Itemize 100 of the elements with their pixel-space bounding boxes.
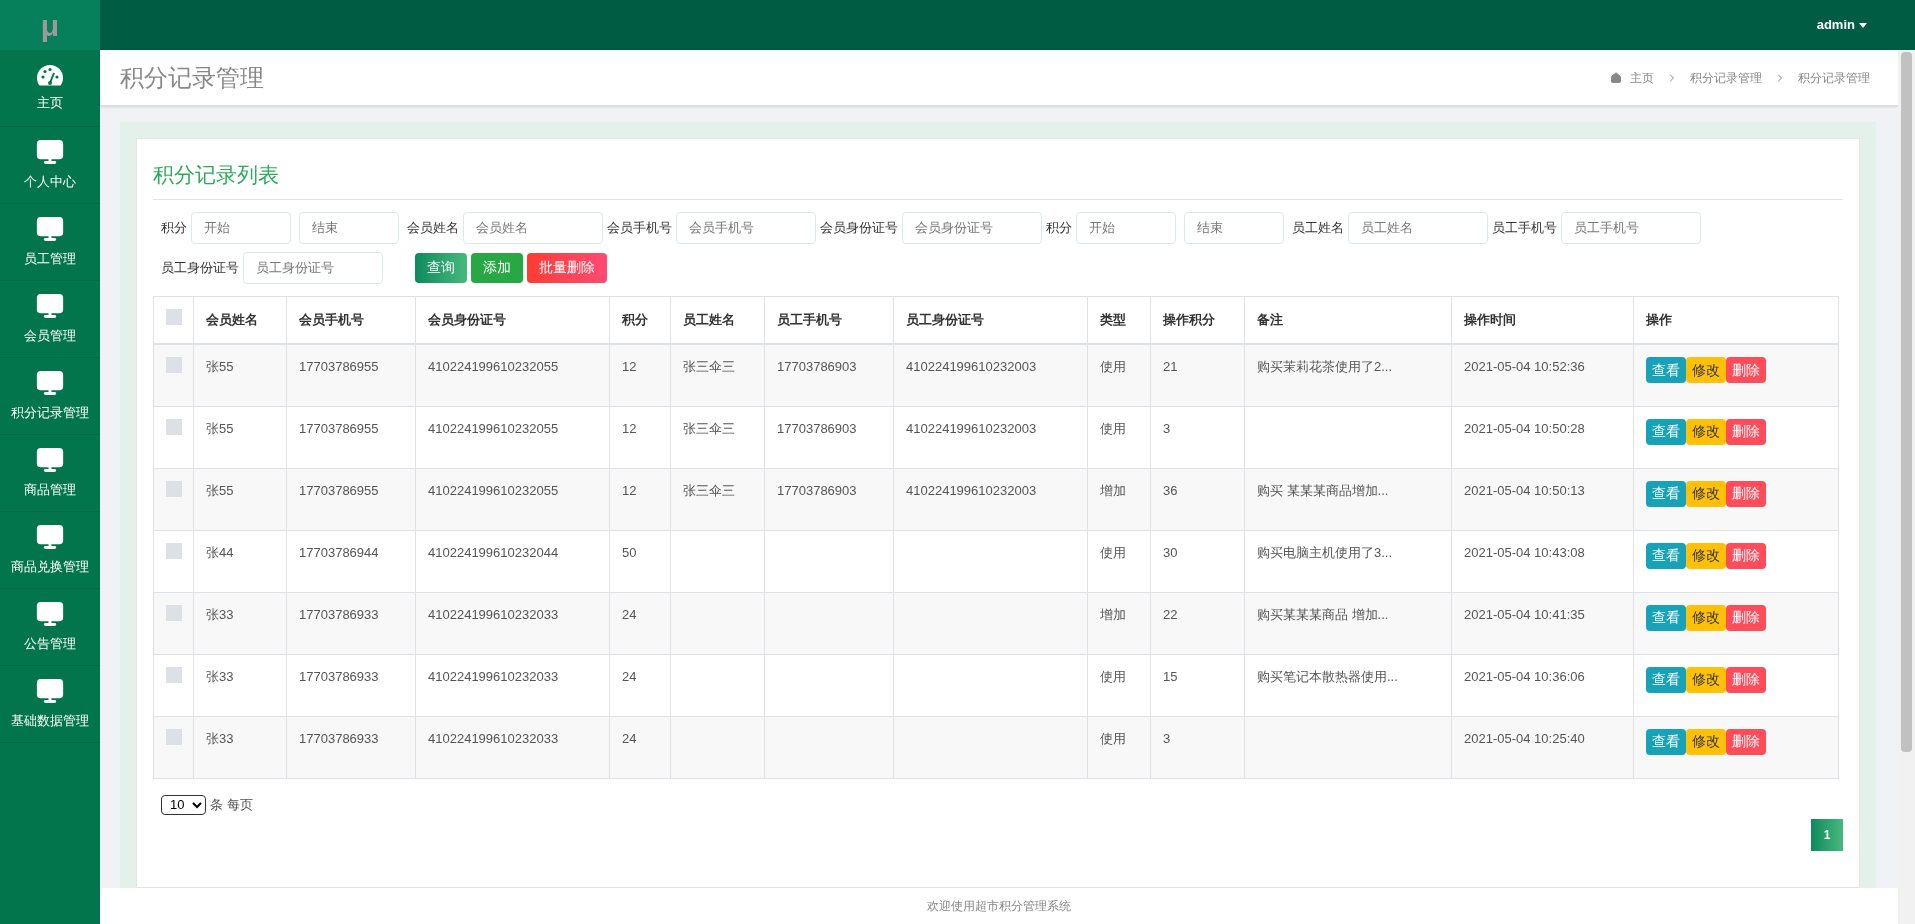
sidebar-item[interactable]: 个人中心 (0, 127, 100, 204)
table-cell: 张三伞三 (683, 420, 735, 436)
table-cell: 张55 (206, 359, 234, 374)
delete-button[interactable]: 删除 (1726, 604, 1766, 631)
edit-button[interactable]: 修改 (1686, 357, 1726, 383)
filter-label: 员工手机号 (1492, 218, 1557, 237)
delete-button[interactable]: 删除 (1726, 666, 1766, 693)
sidebar-item[interactable]: 积分记录管理 (0, 358, 100, 435)
edit-button[interactable]: 修改 (1686, 728, 1726, 755)
column-header: 员工姓名 (670, 296, 765, 344)
sidebar-item[interactable]: 基础数据管理 (0, 666, 100, 743)
column-header: 会员身份证号 (415, 296, 610, 344)
filter-field[interactable]: 会员姓名 (463, 211, 603, 244)
table-cell: 17703786903 (777, 482, 857, 498)
delete-button[interactable]: 批量删除 (527, 252, 607, 283)
user-menu[interactable]: admin (1816, 15, 1867, 35)
row-checkbox[interactable] (165, 604, 182, 621)
delete-button[interactable]: 删除 (1726, 480, 1766, 507)
delete-button[interactable]: 删除 (1726, 357, 1766, 383)
filter-label: 积分 (1046, 218, 1072, 237)
table-cell: 2021-05-04 10:25:40 (1464, 730, 1585, 746)
view-button[interactable]: 查看 (1646, 604, 1686, 631)
table-cell: 410224199610232055 (428, 482, 559, 498)
view-button[interactable]: 查看 (1646, 480, 1686, 507)
table-cell: 2021-05-04 10:52:36 (1464, 359, 1585, 374)
sidebar-item[interactable]: 员工管理 (0, 204, 100, 281)
table-cell: 410224199610232055 (428, 420, 559, 436)
table-cell: 张三伞三 (683, 482, 735, 498)
row-checkbox[interactable] (165, 418, 182, 435)
table-cell: 50 (622, 544, 637, 560)
table-cell: 24 (622, 668, 637, 684)
table-cell: 17703786933 (299, 668, 379, 684)
delete-button[interactable]: 删除 (1726, 728, 1766, 755)
monitor-icon (36, 215, 64, 244)
table-cell: 2021-05-04 10:41:35 (1464, 606, 1585, 622)
edit-button[interactable]: 修改 (1686, 418, 1726, 445)
table-cell: 410224199610232003 (906, 359, 1037, 374)
table-cell: 30 (1163, 544, 1178, 560)
edit-button[interactable]: 修改 (1686, 666, 1726, 693)
table-cell: 2021-05-04 10:50:28 (1464, 420, 1585, 436)
add-button[interactable]: 添加 (471, 252, 523, 283)
sidebar-item[interactable]: 商品兑换管理 (0, 512, 100, 589)
view-button[interactable]: 查看 (1646, 728, 1686, 755)
column-header: 类型 (1087, 296, 1151, 344)
table-cell: 410224199610232033 (428, 668, 559, 684)
sidebar-item[interactable]: 会员管理 (0, 281, 100, 358)
table-cell: 22 (1163, 606, 1178, 622)
row-checkbox[interactable] (165, 357, 182, 373)
table-cell: 3 (1163, 730, 1171, 746)
monitor-icon (36, 677, 64, 706)
filter-field[interactable]: 结束 (1184, 211, 1284, 244)
filter-field[interactable]: 会员手机号 (676, 211, 816, 244)
table-cell: 购买某某某商品 增加... (1257, 606, 1389, 622)
row-checkbox[interactable] (165, 666, 182, 683)
delete-button[interactable]: 删除 (1726, 542, 1766, 569)
filter-field[interactable]: 员工手机号 (1561, 211, 1701, 244)
column-header: 操作积分 (1150, 296, 1245, 344)
row-checkbox[interactable] (165, 542, 182, 559)
view-button[interactable]: 查看 (1646, 418, 1686, 445)
edit-button[interactable]: 修改 (1686, 480, 1726, 507)
table-cell: 15 (1163, 668, 1178, 684)
view-button[interactable]: 查看 (1646, 357, 1686, 383)
filter-field[interactable]: 开始 (1076, 211, 1176, 244)
table-cell: 张33 (206, 730, 234, 746)
table-cell: 使用 (1100, 544, 1126, 560)
page-title: 积分记录管理 (120, 62, 264, 93)
view-button[interactable]: 查看 (1646, 542, 1686, 569)
column-header: 备注 (1244, 296, 1452, 344)
breadcrumb-link[interactable]: 积分记录管理 (1690, 68, 1762, 87)
breadcrumb-link[interactable]: 主页 (1630, 68, 1654, 87)
table-cell: 17703786903 (777, 359, 857, 374)
monitor-icon (36, 292, 64, 321)
filter-field[interactable]: 员工身份证号 (243, 251, 383, 284)
filter-field[interactable]: 会员身份证号 (902, 211, 1042, 244)
table-cell: 21 (1163, 359, 1178, 374)
page-size-select[interactable]: 10 (161, 794, 206, 815)
monitor-icon (36, 138, 64, 167)
sidebar-item[interactable]: 公告管理 (0, 589, 100, 666)
query-button[interactable]: 查询 (415, 252, 467, 283)
monitor-icon (36, 446, 64, 475)
view-button[interactable]: 查看 (1646, 666, 1686, 693)
sidebar-item[interactable]: 商品管理 (0, 435, 100, 512)
page-button[interactable]: 1 (1811, 818, 1843, 851)
monitor-icon (36, 369, 64, 398)
select-all-checkbox[interactable] (165, 308, 182, 325)
filter-label: 员工姓名 (1292, 218, 1344, 237)
filter-field[interactable]: 开始 (191, 211, 291, 244)
filter-field[interactable]: 结束 (299, 211, 399, 244)
table-cell: 购买 某某某商品增加... (1257, 482, 1389, 498)
footer-text: 欢迎使用超市积分管理系统 (927, 898, 1071, 915)
row-checkbox[interactable] (165, 480, 182, 497)
row-checkbox[interactable] (165, 728, 182, 745)
delete-button[interactable]: 删除 (1726, 418, 1766, 445)
filter-field[interactable]: 员工姓名 (1348, 211, 1488, 244)
edit-button[interactable]: 修改 (1686, 604, 1726, 631)
edit-button[interactable]: 修改 (1686, 542, 1726, 569)
table-cell: 24 (622, 606, 637, 622)
table-cell: 使用 (1100, 730, 1126, 746)
sidebar-item[interactable]: 主页 (0, 50, 100, 127)
breadcrumb-link[interactable]: 积分记录管理 (1798, 68, 1870, 87)
